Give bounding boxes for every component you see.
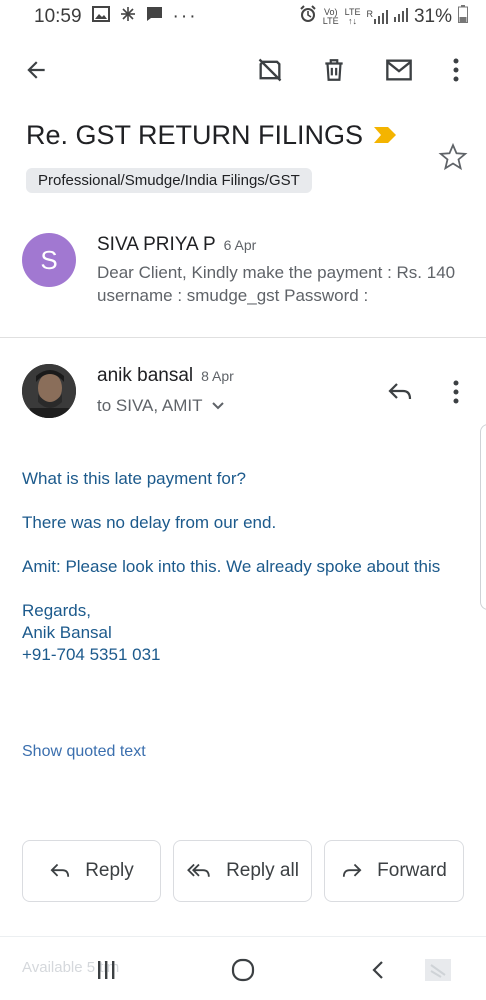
body-line: What is this late payment for? [22,469,246,488]
message-icon [146,6,163,28]
gallery-icon [91,6,110,28]
email-subject: Re. GST RETURN FILINGS [26,120,364,150]
forward-icon [343,863,362,877]
snowflake-icon [120,6,136,28]
reply-icon [388,383,412,400]
show-quoted-text-link[interactable]: Show quoted text [22,743,146,761]
chevron-down-icon [211,402,224,410]
more-vert-icon [453,58,459,82]
sender-row: SIVA PRIYA P 6 Apr [97,234,256,256]
email-subject-row: Re. GST RETURN FILINGS [26,120,397,151]
signature-line: Regards, [22,601,91,620]
more-notifications-icon: ··· [172,6,198,27]
reply-label: Reply [85,860,134,881]
back-arrow-icon [27,61,45,79]
sender-name: SIVA PRIYA P [97,234,216,255]
mail-icon [386,59,412,81]
alarm-icon [299,5,317,29]
battery-icon [458,5,468,29]
battery-percent: 31% [413,6,452,27]
archive-off-icon [258,58,282,82]
back-chevron-icon [372,961,383,979]
message-more-button[interactable] [438,374,474,410]
trash-icon [325,59,343,81]
forward-button[interactable]: Forward [324,840,464,902]
label-chip[interactable]: Professional/Smudge/India Filings/GST [26,168,312,193]
more-vert-icon [453,380,459,404]
signature-line: Anik Bansal [22,623,112,642]
archive-button[interactable] [252,52,288,88]
message-snippet: Dear Client, Kindly make the payment : R… [97,263,456,305]
toolbar [0,44,486,96]
sender-row: anik bansal 8 Apr [97,365,234,387]
important-marker-icon[interactable] [373,120,397,151]
message-date: 6 Apr [223,237,257,253]
reply-actions: Reply Reply all Forward [22,840,464,902]
overflow-menu-button[interactable] [438,52,474,88]
keyboard-hide-button[interactable] [420,953,456,987]
avatar-letter: S [40,244,58,275]
signature-phone[interactable]: +91-704 5351 031 [22,644,462,666]
reply-all-icon [187,863,210,877]
message-date: 8 Apr [201,368,234,384]
system-nav-bar: Available 5 tim [0,936,486,1000]
signature: Regards, Anik Bansal +91-704 5351 031 [22,600,462,666]
star-outline-icon [438,142,468,171]
signal-icon: R [366,10,388,24]
mark-unread-button[interactable] [381,52,417,88]
status-bar: 10:59 ··· Vo) LTE LTE ↑↓ R 31% [0,0,486,34]
delete-button[interactable] [316,52,352,88]
keyboard-icon [425,959,451,981]
back-button[interactable] [18,52,54,88]
system-back-button[interactable] [360,953,396,987]
signal-icon-2 [393,6,408,28]
sender-name: anik bansal [97,365,194,386]
status-time: 10:59 [34,6,82,27]
lte-indicator: LTE ↑↓ [344,7,361,26]
body-line: Amit: Please look into this. We already … [22,557,441,576]
collapsed-message[interactable]: S SIVA PRIYA P 6 Apr Dear Client, Kindly… [0,216,486,338]
edge-panel-handle[interactable] [480,424,486,610]
reply-all-button[interactable]: Reply all [173,840,312,902]
reply-all-label: Reply all [226,860,299,881]
message-body: What is this late payment for? There was… [22,468,462,666]
avatar[interactable] [22,364,76,418]
reply-icon [50,863,70,877]
message-reply-button[interactable] [382,374,418,410]
recents-icon [98,961,115,979]
recipients-text: to SIVA, AMIT [97,396,203,415]
star-button[interactable] [438,142,468,177]
home-button[interactable] [225,953,261,987]
body-line: There was no delay from our end. [22,513,277,532]
avatar: S [22,233,76,287]
recent-apps-button[interactable] [88,953,124,987]
volte-indicator: Vo) LTE [322,7,339,26]
forward-label: Forward [377,860,447,881]
recipients-toggle[interactable]: to SIVA, AMIT [97,396,225,416]
home-icon [231,958,255,982]
reply-button[interactable]: Reply [22,840,161,902]
